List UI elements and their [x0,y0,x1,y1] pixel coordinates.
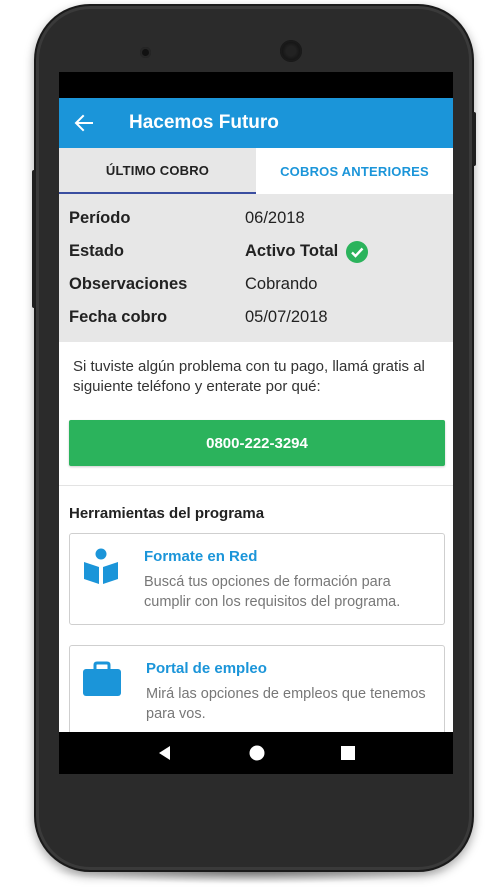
check-circle-icon [346,240,369,263]
info-value: 06/2018 [245,209,305,227]
tab-ultimo-cobro[interactable]: ÚLTIMO COBRO [59,148,256,194]
reading-person-icon [82,546,120,624]
help-text: Si tuviste algún problema con tu pago, l… [73,358,425,395]
tool-card-portal-de-empleo[interactable]: Portal de empleo Mirá las opciones de em… [69,645,445,737]
card-title: Formate en Red [144,548,258,565]
call-phone-button[interactable]: 0800-222-3294 [69,420,445,466]
info-row-periodo: Período 06/2018 [69,202,443,235]
screen: Hacemos Futuro ÚLTIMO COBRO COBROS ANTER… [59,72,453,774]
payment-info-panel: Período 06/2018 Estado Activo Total Obse… [59,194,453,342]
info-label: Observaciones [69,275,188,293]
info-label: Período [69,209,131,227]
briefcase-icon [82,658,122,736]
tool-card-formate-en-red[interactable]: Formate en Red Buscá tus opciones de for… [69,533,445,625]
home-circle-icon[interactable] [249,745,265,761]
card-description: Buscá tus opciones de formación para cum… [144,574,401,610]
info-label: Fecha cobro [69,308,168,326]
side-button-right [472,112,476,166]
earpiece-speaker [280,40,302,62]
front-camera [140,47,151,58]
info-row-estado: Estado Activo Total [69,235,443,268]
app-title: Hacemos Futuro [129,112,279,133]
card-body: Portal de empleo Mirá las opciones de em… [146,658,432,736]
main-content: Si tuviste algún problema con tu pago, l… [59,342,453,737]
card-body: Formate en Red Buscá tus opciones de for… [144,546,432,624]
info-label: Estado [69,242,125,260]
info-value: 05/07/2018 [245,308,328,326]
info-value: Cobrando [245,275,318,293]
side-button-left [32,170,36,308]
status-bar [59,72,453,98]
card-description: Mirá las opciones de empleos que tenemos… [146,686,426,722]
tab-cobros-anteriores[interactable]: COBROS ANTERIORES [256,148,453,194]
info-row-observaciones: Observaciones Cobrando [69,268,443,301]
app-bar: Hacemos Futuro [59,98,453,148]
recents-square-icon[interactable] [341,746,355,760]
info-row-fecha-cobro: Fecha cobro 05/07/2018 [69,301,443,334]
tab-bar: ÚLTIMO COBRO COBROS ANTERIORES [59,148,453,194]
back-triangle-icon[interactable] [157,745,173,761]
navigation-bar [59,732,453,774]
status-text: Activo Total [245,242,339,260]
card-title: Portal de empleo [146,660,267,677]
back-arrow-icon[interactable] [59,98,109,148]
status-value: Activo Total [245,240,369,263]
tools-section-title: Herramientas del programa [69,505,265,522]
